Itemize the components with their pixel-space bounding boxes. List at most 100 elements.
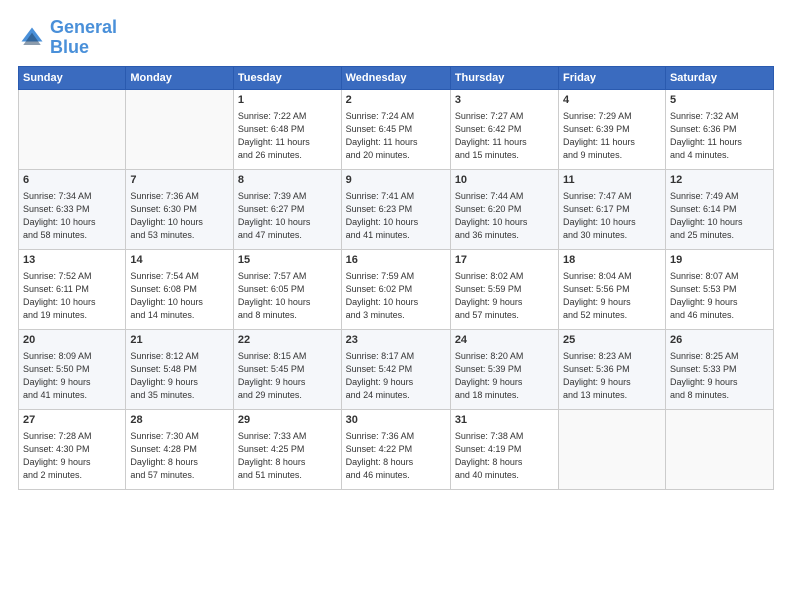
day-number: 26 (670, 333, 769, 348)
day-number: 4 (563, 93, 661, 108)
calendar-cell: 4 Sunrise: 7:29 AMSunset: 6:39 PMDaylight… (559, 89, 666, 169)
calendar-cell (19, 89, 126, 169)
calendar-cell: 3Sunrise: 7:27 AMSunset: 6:42 PMDaylight… (450, 89, 558, 169)
calendar-cell (126, 89, 234, 169)
day-info: Sunrise: 8:23 AMSunset: 5:36 PMDaylight:… (563, 350, 661, 402)
day-number: 29 (238, 413, 337, 428)
day-info: Sunrise: 8:15 AMSunset: 5:45 PMDaylight:… (238, 350, 337, 402)
calendar-cell: 23 Sunrise: 8:17 AMSunset: 5:42 PMDayligh… (341, 329, 450, 409)
day-info: Sunrise: 7:24 AMSunset: 6:45 PMDaylight:… (346, 110, 446, 162)
day-number: 9 (346, 173, 446, 188)
day-number: 28 (130, 413, 229, 428)
calendar-cell: 14 Sunrise: 7:54 AMSunset: 6:08 PMDayligh… (126, 249, 234, 329)
logo-text-blue: Blue (50, 38, 117, 58)
weekday-header: Tuesday (233, 66, 341, 89)
day-info: Sunrise: 7:22 AMSunset: 6:48 PMDaylight:… (238, 110, 337, 162)
weekday-header: Thursday (450, 66, 558, 89)
calendar-cell: 25 Sunrise: 8:23 AMSunset: 5:36 PMDayligh… (559, 329, 666, 409)
calendar-week-row: 13 Sunrise: 7:52 AMSunset: 6:11 PMDayligh… (19, 249, 774, 329)
day-info: Sunrise: 7:28 AMSunset: 4:30 PMDaylight:… (23, 430, 121, 482)
day-info: Sunrise: 8:17 AMSunset: 5:42 PMDaylight:… (346, 350, 446, 402)
day-number: 13 (23, 253, 121, 268)
calendar-week-row: 20 Sunrise: 8:09 AMSunset: 5:50 PMDayligh… (19, 329, 774, 409)
calendar-cell: 15 Sunrise: 7:57 AMSunset: 6:05 PMDayligh… (233, 249, 341, 329)
day-number: 17 (455, 253, 554, 268)
calendar-cell: 26 Sunrise: 8:25 AMSunset: 5:33 PMDayligh… (665, 329, 773, 409)
calendar-cell (559, 409, 666, 489)
calendar-cell: 6 Sunrise: 7:34 AMSunset: 6:33 PMDaylight… (19, 169, 126, 249)
calendar-cell: 16 Sunrise: 7:59 AMSunset: 6:02 PMDayligh… (341, 249, 450, 329)
page: General Blue SundayMondayTuesdayWednesda… (0, 0, 792, 612)
day-info: Sunrise: 7:30 AMSunset: 4:28 PMDaylight:… (130, 430, 229, 482)
day-number: 24 (455, 333, 554, 348)
day-info: Sunrise: 7:29 AMSunset: 6:39 PMDaylight:… (563, 110, 661, 162)
day-number: 21 (130, 333, 229, 348)
calendar-cell: 13 Sunrise: 7:52 AMSunset: 6:11 PMDayligh… (19, 249, 126, 329)
day-info: Sunrise: 8:09 AMSunset: 5:50 PMDaylight:… (23, 350, 121, 402)
weekday-header: Saturday (665, 66, 773, 89)
day-number: 15 (238, 253, 337, 268)
day-number: 23 (346, 333, 446, 348)
calendar-week-row: 6 Sunrise: 7:34 AMSunset: 6:33 PMDaylight… (19, 169, 774, 249)
day-info: Sunrise: 7:49 AMSunset: 6:14 PMDaylight:… (670, 190, 769, 242)
calendar-cell: 7 Sunrise: 7:36 AMSunset: 6:30 PMDaylight… (126, 169, 234, 249)
calendar-cell: 2 Sunrise: 7:24 AMSunset: 6:45 PMDaylight… (341, 89, 450, 169)
logo-text: General (50, 18, 117, 38)
day-info: Sunrise: 8:02 AMSunset: 5:59 PMDaylight:… (455, 270, 554, 322)
day-info: Sunrise: 8:04 AMSunset: 5:56 PMDaylight:… (563, 270, 661, 322)
calendar-cell: 29Sunrise: 7:33 AMSunset: 4:25 PMDayligh… (233, 409, 341, 489)
calendar-cell: 21 Sunrise: 8:12 AMSunset: 5:48 PMDayligh… (126, 329, 234, 409)
day-number: 8 (238, 173, 337, 188)
calendar-cell: 5Sunrise: 7:32 AMSunset: 6:36 PMDaylight… (665, 89, 773, 169)
weekday-header-row: SundayMondayTuesdayWednesdayThursdayFrid… (19, 66, 774, 89)
day-info: Sunrise: 8:20 AMSunset: 5:39 PMDaylight:… (455, 350, 554, 402)
calendar-week-row: 1 Sunrise: 7:22 AMSunset: 6:48 PMDaylight… (19, 89, 774, 169)
calendar-cell: 10Sunrise: 7:44 AMSunset: 6:20 PMDayligh… (450, 169, 558, 249)
day-number: 31 (455, 413, 554, 428)
day-info: Sunrise: 7:54 AMSunset: 6:08 PMDaylight:… (130, 270, 229, 322)
day-info: Sunrise: 7:34 AMSunset: 6:33 PMDaylight:… (23, 190, 121, 242)
day-info: Sunrise: 7:39 AMSunset: 6:27 PMDaylight:… (238, 190, 337, 242)
day-info: Sunrise: 7:59 AMSunset: 6:02 PMDaylight:… (346, 270, 446, 322)
calendar-cell: 30 Sunrise: 7:36 AMSunset: 4:22 PMDayligh… (341, 409, 450, 489)
day-number: 27 (23, 413, 121, 428)
day-info: Sunrise: 7:57 AMSunset: 6:05 PMDaylight:… (238, 270, 337, 322)
day-number: 7 (130, 173, 229, 188)
day-info: Sunrise: 7:44 AMSunset: 6:20 PMDaylight:… (455, 190, 554, 242)
day-number: 1 (238, 93, 337, 108)
day-info: Sunrise: 8:12 AMSunset: 5:48 PMDaylight:… (130, 350, 229, 402)
day-info: Sunrise: 8:25 AMSunset: 5:33 PMDaylight:… (670, 350, 769, 402)
day-number: 20 (23, 333, 121, 348)
day-info: Sunrise: 7:41 AMSunset: 6:23 PMDaylight:… (346, 190, 446, 242)
calendar-cell: 28 Sunrise: 7:30 AMSunset: 4:28 PMDayligh… (126, 409, 234, 489)
day-info: Sunrise: 8:07 AMSunset: 5:53 PMDaylight:… (670, 270, 769, 322)
calendar-cell: 27 Sunrise: 7:28 AMSunset: 4:30 PMDayligh… (19, 409, 126, 489)
calendar-cell: 31Sunrise: 7:38 AMSunset: 4:19 PMDayligh… (450, 409, 558, 489)
day-number: 14 (130, 253, 229, 268)
day-number: 16 (346, 253, 446, 268)
calendar-table: SundayMondayTuesdayWednesdayThursdayFrid… (18, 66, 774, 490)
calendar-cell: 17 Sunrise: 8:02 AMSunset: 5:59 PMDayligh… (450, 249, 558, 329)
header: General Blue (18, 18, 774, 58)
calendar-cell: 24 Sunrise: 8:20 AMSunset: 5:39 PMDayligh… (450, 329, 558, 409)
day-info: Sunrise: 7:47 AMSunset: 6:17 PMDaylight:… (563, 190, 661, 242)
calendar-cell: 20 Sunrise: 8:09 AMSunset: 5:50 PMDayligh… (19, 329, 126, 409)
logo-icon (18, 24, 46, 52)
day-number: 6 (23, 173, 121, 188)
calendar-cell: 22 Sunrise: 8:15 AMSunset: 5:45 PMDayligh… (233, 329, 341, 409)
day-info: Sunrise: 7:36 AMSunset: 4:22 PMDaylight:… (346, 430, 446, 482)
day-info: Sunrise: 7:36 AMSunset: 6:30 PMDaylight:… (130, 190, 229, 242)
day-number: 11 (563, 173, 661, 188)
calendar-cell: 8 Sunrise: 7:39 AMSunset: 6:27 PMDaylight… (233, 169, 341, 249)
weekday-header: Wednesday (341, 66, 450, 89)
day-number: 22 (238, 333, 337, 348)
weekday-header: Friday (559, 66, 666, 89)
day-number: 30 (346, 413, 446, 428)
day-number: 2 (346, 93, 446, 108)
day-number: 19 (670, 253, 769, 268)
calendar-cell: 11 Sunrise: 7:47 AMSunset: 6:17 PMDayligh… (559, 169, 666, 249)
day-number: 5 (670, 93, 769, 108)
day-info: Sunrise: 7:52 AMSunset: 6:11 PMDaylight:… (23, 270, 121, 322)
calendar-cell: 9 Sunrise: 7:41 AMSunset: 6:23 PMDaylight… (341, 169, 450, 249)
day-number: 25 (563, 333, 661, 348)
